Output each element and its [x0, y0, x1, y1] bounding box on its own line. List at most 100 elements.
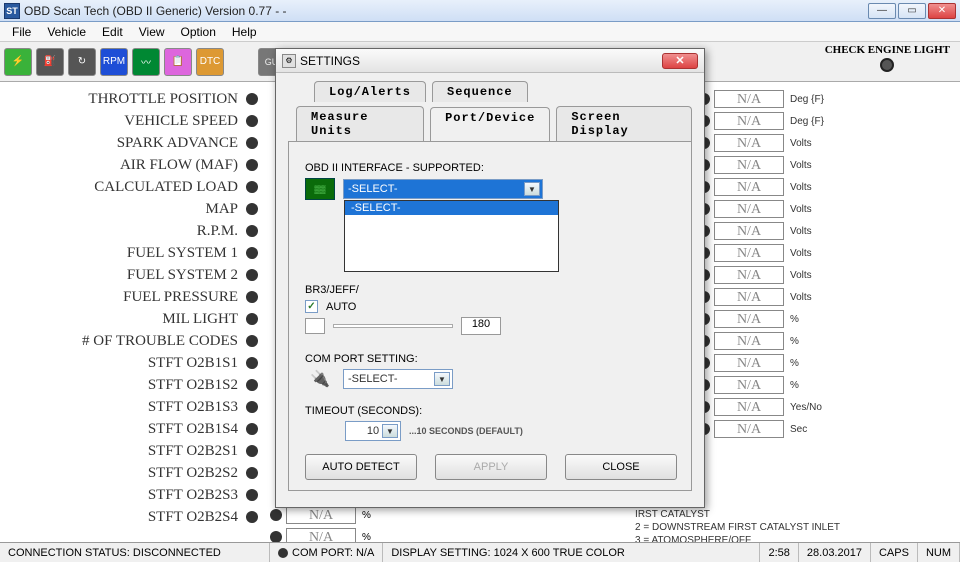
param-toggle-dot[interactable]	[246, 357, 258, 369]
param-toggle-dot[interactable]	[246, 423, 258, 435]
param-label: FUEL SYSTEM 1	[0, 245, 244, 262]
interface-dropdown-list: -SELECT-OBDSCAN PROTOCOL CONVERTERBR3 PR…	[344, 200, 559, 272]
param-toggle-dot[interactable]	[246, 401, 258, 413]
status-num: NUM	[918, 543, 960, 562]
chevron-down-icon[interactable]: ▼	[434, 372, 450, 386]
param-label: # OF TROUBLE CODES	[0, 333, 244, 350]
param-row: STFT O2B2S4	[0, 506, 260, 528]
param-label: FUEL PRESSURE	[0, 289, 244, 306]
param-toggle-dot[interactable]	[246, 335, 258, 347]
dtc-icon[interactable]: DTC	[196, 48, 224, 76]
tab-log-alerts[interactable]: Log/Alerts	[314, 81, 426, 102]
rpm-icon[interactable]: RPM	[100, 48, 128, 76]
minimize-button[interactable]: —	[868, 3, 896, 19]
menu-vehicle[interactable]: Vehicle	[39, 23, 94, 41]
param-toggle-dot[interactable]	[246, 159, 258, 171]
com-port-label: COM PORT SETTING:	[305, 353, 675, 365]
chevron-down-icon[interactable]: ▼	[524, 182, 540, 196]
menu-view[interactable]: View	[131, 23, 173, 41]
value-readouts-right: N/ADeg {F}N/ADeg {F}N/AVoltsN/AVoltsN/AV…	[694, 88, 954, 440]
param-toggle-dot[interactable]	[246, 247, 258, 259]
interface-select[interactable]: -SELECT- ▼ -SELECT-OBDSCAN PROTOCOL CONV…	[343, 179, 543, 199]
com-port-select[interactable]: -SELECT- ▼	[343, 369, 453, 389]
sensor-legend: IRST CATALYST 2 = DOWNSTREAM FIRST CATAL…	[635, 508, 840, 542]
param-row: FUEL SYSTEM 2	[0, 264, 260, 286]
value-readout: N/A	[714, 134, 784, 152]
interface-option[interactable]: BR3 PROTOCOL CONVERTER	[345, 229, 558, 243]
interface-option[interactable]: -SELECT-	[345, 201, 558, 215]
value-readout: N/A	[714, 156, 784, 174]
value-readout: N/A	[714, 178, 784, 196]
param-row: THROTTLE POSITION	[0, 88, 260, 110]
param-row: STFT O2B1S3	[0, 396, 260, 418]
auto-detect-button[interactable]: AUTO DETECT	[305, 454, 417, 480]
menu-option[interactable]: Option	[173, 23, 224, 41]
value-readout: N/A	[714, 222, 784, 240]
value-row: N/AYes/No	[694, 396, 954, 418]
menu-help[interactable]: Help	[224, 23, 265, 41]
range-value-input[interactable]: 180	[461, 317, 501, 335]
dialog-close-button[interactable]: ✕	[662, 53, 698, 69]
param-row: FUEL PRESSURE	[0, 286, 260, 308]
interface-option[interactable]: OBDSCAN PROTOCOL CONVERTER	[345, 215, 558, 229]
param-toggle-dot[interactable]	[246, 489, 258, 501]
param-toggle-dot[interactable]	[246, 511, 258, 523]
value-row: N/AVolts	[694, 242, 954, 264]
auto-checkbox[interactable]: ✓	[305, 300, 318, 313]
value-row: N/AVolts	[694, 198, 954, 220]
window-title: OBD Scan Tech (OBD II Generic) Version 0…	[24, 4, 866, 18]
param-toggle-dot[interactable]	[246, 445, 258, 457]
interface-label: OBD II INTERFACE - SUPPORTED:	[305, 162, 675, 174]
param-label: SPARK ADVANCE	[0, 135, 244, 152]
clipboard-icon[interactable]: 📋	[164, 48, 192, 76]
chevron-down-icon[interactable]: ▼	[382, 424, 398, 438]
graph-icon[interactable]: 〰	[132, 48, 160, 76]
value-row: N/AVolts	[694, 154, 954, 176]
param-toggle-dot[interactable]	[246, 467, 258, 479]
param-toggle-dot[interactable]	[246, 313, 258, 325]
value-unit: Volts	[790, 270, 840, 281]
menu-file[interactable]: File	[4, 23, 39, 41]
serial-port-icon: 🔌	[305, 369, 335, 389]
reset-icon[interactable]: ↻	[68, 48, 96, 76]
value-unit: %	[362, 510, 371, 521]
close-button[interactable]: CLOSE	[565, 454, 677, 480]
connect-icon[interactable]: ⚡	[4, 48, 32, 76]
range-slider[interactable]	[333, 324, 453, 328]
window-close-button[interactable]: ✕	[928, 3, 956, 19]
param-label: R.P.M.	[0, 223, 244, 240]
param-label: STFT O2B1S4	[0, 421, 244, 438]
value-unit: Sec	[790, 424, 840, 435]
value-row: N/A%	[270, 526, 371, 542]
tab-port-device[interactable]: Port/Device	[430, 107, 550, 142]
cel-label: CHECK ENGINE LIGHT	[825, 44, 950, 56]
legend-line: 3 = ATOMOSPHERE/OFF	[635, 534, 840, 542]
maximize-button[interactable]: ▭	[898, 3, 926, 19]
menu-edit[interactable]: Edit	[94, 23, 131, 41]
param-toggle-dot[interactable]	[246, 225, 258, 237]
param-toggle-dot[interactable]	[246, 93, 258, 105]
value-toggle-dot[interactable]	[270, 531, 282, 542]
value-unit: %	[790, 358, 840, 369]
apply-button[interactable]: APPLY	[435, 454, 547, 480]
param-toggle-dot[interactable]	[246, 269, 258, 281]
tab-screen-display[interactable]: Screen Display	[556, 106, 692, 141]
pump-icon[interactable]: ⛽	[36, 48, 64, 76]
interface-option[interactable]: JEFF PROTOCOL CONVERTER	[345, 243, 558, 257]
param-toggle-dot[interactable]	[246, 291, 258, 303]
timeout-select[interactable]: 10 ▼	[345, 421, 401, 441]
param-toggle-dot[interactable]	[246, 115, 258, 127]
param-toggle-dot[interactable]	[246, 379, 258, 391]
param-toggle-dot[interactable]	[246, 203, 258, 215]
param-row: CALCULATED LOAD	[0, 176, 260, 198]
tab-measure-units[interactable]: Measure Units	[296, 106, 424, 141]
param-toggle-dot[interactable]	[246, 181, 258, 193]
value-row: N/AVolts	[694, 286, 954, 308]
value-row: N/AVolts	[694, 176, 954, 198]
param-toggle-dot[interactable]	[246, 137, 258, 149]
param-label: MIL LIGHT	[0, 311, 244, 328]
value-toggle-dot[interactable]	[270, 509, 282, 521]
tab-sequence[interactable]: Sequence	[432, 81, 528, 102]
param-label: STFT O2B1S3	[0, 399, 244, 416]
interface-option[interactable]: TACTRIX CABLE	[345, 257, 558, 271]
